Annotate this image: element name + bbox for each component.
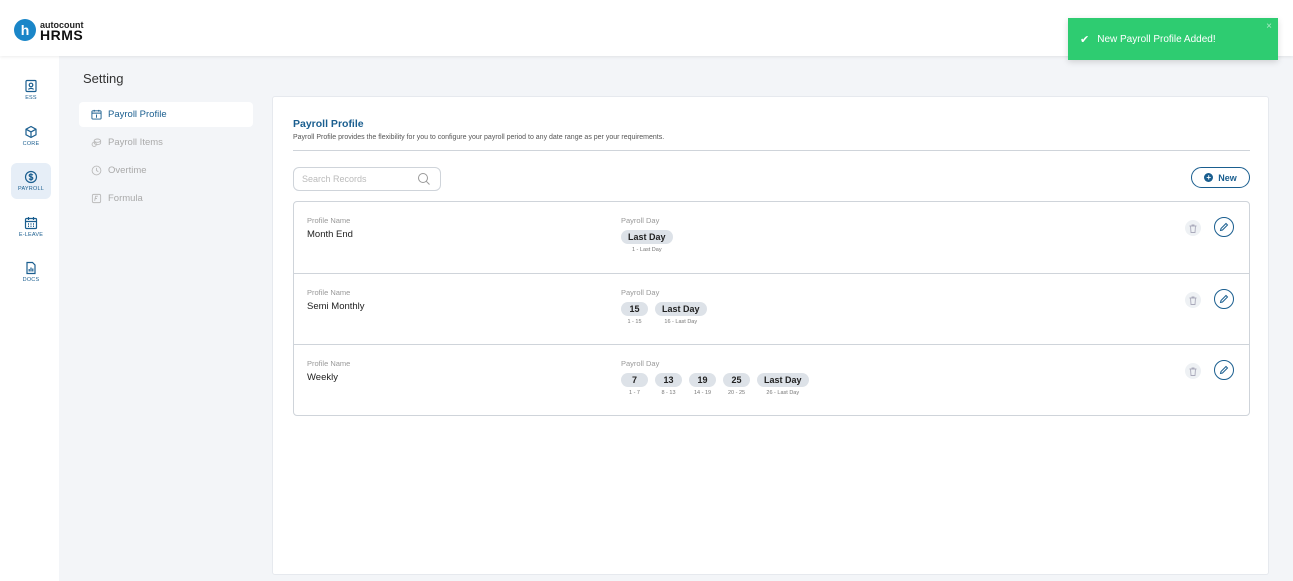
payroll-day-label: Payroll Day: [621, 216, 660, 225]
panel-title: Payroll Profile: [293, 118, 364, 130]
list-item[interactable]: Profile Name Weekly Payroll Day 7 1 - 7 …: [294, 344, 1249, 415]
delete-button[interactable]: [1185, 220, 1201, 236]
submenu-item-payroll-profile[interactable]: Payroll Profile: [79, 102, 253, 127]
profile-name-label: Profile Name: [307, 216, 351, 225]
calendar-dollar-icon: [91, 109, 102, 120]
cube-icon: [25, 125, 37, 139]
divider: [293, 150, 1250, 151]
new-button-label: New: [1218, 172, 1237, 183]
payroll-day-range: 14 - 19: [693, 390, 712, 396]
payroll-day-range: 1 - Last Day: [631, 247, 662, 253]
payroll-day-value: Last Day: [757, 373, 809, 387]
page-title: Setting: [83, 71, 124, 86]
payroll-day-value: 13: [655, 373, 682, 387]
payroll-day-chip: Last Day 1 - Last Day: [621, 230, 673, 253]
nav-item-docs[interactable]: DOCS: [11, 254, 51, 290]
list-item[interactable]: Profile Name Semi Monthly Payroll Day 15…: [294, 273, 1249, 344]
submenu-item-formula[interactable]: Formula: [79, 186, 253, 211]
app-logo[interactable]: h autocount HRMS: [14, 19, 84, 43]
calendar-icon: [24, 217, 38, 230]
payroll-day-chip: 19 14 - 19: [689, 373, 716, 396]
setting-submenu: Payroll Profile Payroll Items Overtime F…: [79, 102, 253, 214]
profile-name-label: Profile Name: [307, 359, 351, 368]
profile-name-label: Profile Name: [307, 288, 351, 297]
payroll-day-range: 20 - 25: [727, 390, 746, 396]
trash-icon: [1189, 296, 1197, 305]
payroll-day-chips: 15 1 - 15 Last Day 16 - Last Day: [621, 302, 714, 325]
search-input[interactable]: Search Records: [293, 167, 441, 191]
nav-label: DOCS: [22, 277, 40, 283]
nav-item-e-leave[interactable]: E-LEAVE: [11, 209, 51, 245]
pencil-icon: [1219, 222, 1229, 232]
logo-mark: h: [14, 19, 36, 41]
payroll-day-value: Last Day: [655, 302, 707, 316]
submenu-label: Payroll Profile: [108, 109, 167, 120]
pencil-icon: [1219, 365, 1229, 375]
panel-description: Payroll Profile provides the flexibility…: [293, 134, 665, 141]
profile-list: Profile Name Month End Payroll Day Last …: [293, 201, 1250, 416]
dollar-icon: [24, 170, 38, 184]
submenu-item-overtime[interactable]: Overtime: [79, 158, 253, 183]
payroll-day-chip: Last Day 16 - Last Day: [655, 302, 707, 325]
payroll-day-chip: 13 8 - 13: [655, 373, 682, 396]
search-placeholder: Search Records: [302, 174, 367, 184]
nav-item-core[interactable]: CORE: [11, 118, 51, 154]
payroll-day-value: 7: [621, 373, 648, 387]
list-item[interactable]: Profile Name Month End Payroll Day Last …: [294, 202, 1249, 273]
pencil-icon: [1219, 294, 1229, 304]
trash-icon: [1189, 367, 1197, 376]
edit-button[interactable]: [1214, 217, 1234, 237]
submenu-item-payroll-items[interactable]: Payroll Items: [79, 130, 253, 155]
payroll-day-range: 16 - Last Day: [664, 319, 698, 325]
plus-icon: +: [1204, 173, 1214, 182]
profile-name: Semi Monthly: [307, 301, 365, 312]
payroll-day-range: 1 - 7: [628, 390, 640, 396]
profile-name: Month End: [307, 229, 353, 240]
submenu-label: Payroll Items: [108, 137, 163, 148]
nav-label: ESS: [25, 95, 37, 101]
clock-icon: [91, 165, 102, 176]
coins-icon: [91, 138, 102, 147]
nav-item-payroll[interactable]: PAYROLL: [11, 163, 51, 199]
nav-item-ess[interactable]: ESS: [11, 72, 51, 108]
check-icon: ✔: [1080, 33, 1090, 46]
nav-label: E-LEAVE: [18, 232, 44, 238]
payroll-day-chip: Last Day 26 - Last Day: [757, 373, 809, 396]
payroll-day-chip: 15 1 - 15: [621, 302, 648, 325]
payroll-day-chip: 7 1 - 7: [621, 373, 648, 396]
payroll-day-chips: Last Day 1 - Last Day: [621, 230, 680, 253]
delete-button[interactable]: [1185, 363, 1201, 379]
payroll-day-value: 19: [689, 373, 716, 387]
toast-message: New Payroll Profile Added!: [1097, 33, 1216, 45]
nav-label: CORE: [22, 141, 40, 147]
payroll-day-value: Last Day: [621, 230, 673, 244]
payroll-profile-panel: Payroll Profile Payroll Profile provides…: [272, 96, 1269, 575]
payroll-day-value: 15: [621, 302, 648, 316]
edit-button[interactable]: [1214, 289, 1234, 309]
payroll-day-chip: 25 20 - 25: [723, 373, 750, 396]
profile-name: Weekly: [307, 372, 338, 383]
submenu-label: Formula: [108, 193, 143, 204]
payroll-day-value: 25: [723, 373, 750, 387]
id-card-icon: [25, 79, 37, 93]
payroll-day-range: 1 - 15: [627, 319, 642, 325]
new-button[interactable]: + New: [1191, 167, 1250, 188]
close-icon[interactable]: ×: [1266, 21, 1272, 32]
formula-icon: [91, 193, 102, 204]
edit-button[interactable]: [1214, 360, 1234, 380]
trash-icon: [1189, 224, 1197, 233]
submenu-label: Overtime: [108, 165, 147, 176]
payroll-day-chips: 7 1 - 7 13 8 - 13 19 14 - 19 25 20 - 25 …: [621, 373, 816, 396]
payroll-day-label: Payroll Day: [621, 288, 660, 297]
nav-label: PAYROLL: [18, 186, 44, 192]
payroll-day-label: Payroll Day: [621, 359, 660, 368]
search-icon[interactable]: [417, 172, 431, 186]
delete-button[interactable]: [1185, 292, 1201, 308]
payroll-day-range: 8 - 13: [661, 390, 676, 396]
document-chart-icon: [26, 261, 36, 275]
success-toast: ✔ New Payroll Profile Added! ×: [1068, 18, 1278, 60]
logo-brand-large: HRMS: [40, 27, 84, 43]
payroll-day-range: 26 - Last Day: [766, 390, 800, 396]
module-nav: ESS CORE PAYROLL E-LEAVE DOCS: [0, 56, 59, 581]
